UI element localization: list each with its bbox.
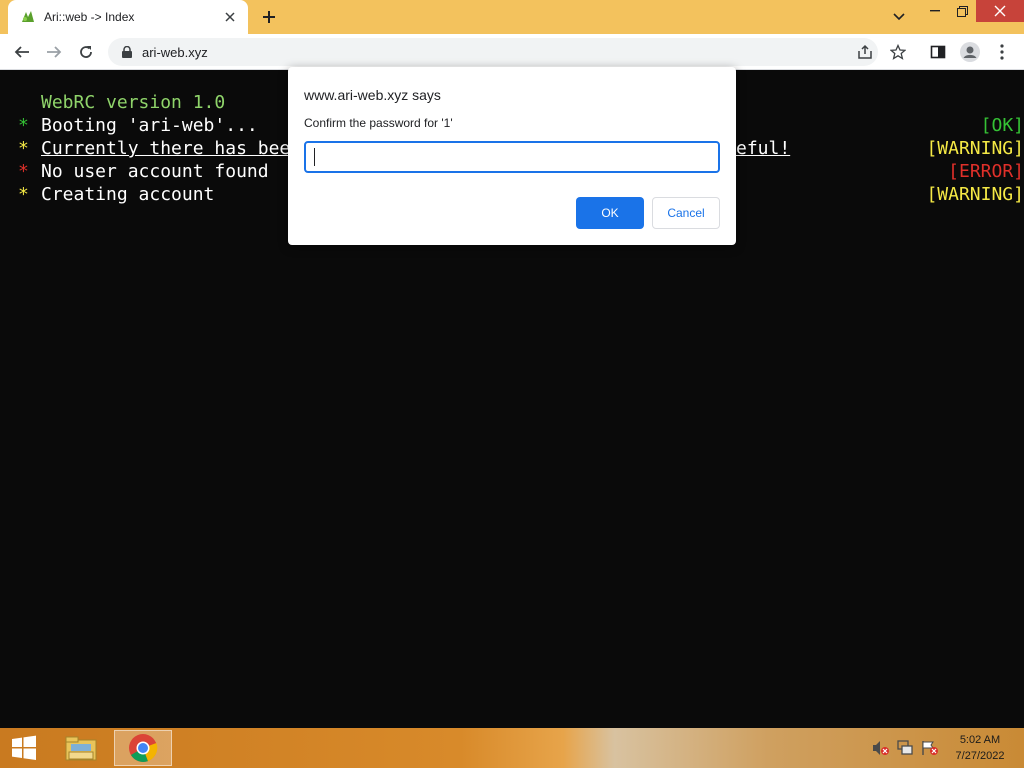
bookmark-star-icon[interactable] [886,40,910,64]
clock-time: 5:02 AM [959,734,1001,746]
taskbar: 5:02 AM 7/27/2022 [0,728,1024,768]
tab-search-chevron-icon[interactable] [888,6,910,28]
browser-toolbar: ari-web.xyz [0,34,1024,70]
terminal-header: WebRC version 1.0 [41,92,226,113]
minimize-button[interactable] [922,0,948,22]
terminal-line-text: Booting 'ari-web'... [41,115,258,136]
windows-start-icon[interactable] [4,732,44,764]
browser-tab-strip: Ari::web -> Index [0,0,1024,34]
profile-avatar-icon[interactable] [958,40,982,64]
volume-muted-icon[interactable] [872,740,890,756]
dialog-message: Confirm the password for '1' [304,116,453,130]
system-clock[interactable]: 5:02 AM 7/27/2022 [944,732,1016,764]
status-ok: [OK] [980,115,1024,136]
chrome-taskbar-icon[interactable] [114,730,172,766]
password-confirm-input[interactable] [304,141,720,173]
side-panel-icon[interactable] [926,40,950,64]
terminal-bullet: * [18,138,29,159]
menu-kebab-icon[interactable] [990,40,1014,64]
cancel-button[interactable]: Cancel [652,197,720,229]
file-explorer-icon[interactable] [52,730,110,766]
terminal-line-text-tail: eful! [736,138,791,159]
terminal-bullet: * [18,115,29,136]
clock-date: 7/27/2022 [955,750,1005,762]
terminal-bullet: * [18,161,29,182]
window-close-button[interactable] [976,0,1024,22]
status-warning: [WARNING] [926,184,1024,205]
share-icon[interactable] [853,40,877,64]
ok-button[interactable]: OK [576,197,644,229]
site-favicon-icon [20,9,36,25]
tab-close-icon[interactable] [222,9,238,25]
url-text[interactable]: ari-web.xyz [142,45,208,60]
lock-icon[interactable] [120,45,134,59]
dialog-title: www.ari-web.xyz says [304,87,441,103]
terminal-line-text: Currently there has bee [41,138,291,159]
terminal-line-text: No user account found [41,161,269,182]
new-tab-button[interactable] [258,6,280,28]
tab-title: Ari::web -> Index [44,10,135,24]
back-arrow-icon[interactable] [10,40,34,64]
text-caret [314,148,315,166]
restore-button[interactable] [950,0,974,22]
terminal-line-text: Creating account [41,184,215,205]
browser-tab[interactable]: Ari::web -> Index [8,0,248,34]
reload-icon[interactable] [74,40,98,64]
address-bar[interactable]: ari-web.xyz [108,38,878,66]
status-error: [ERROR] [948,161,1024,182]
network-icon[interactable] [897,740,915,756]
action-center-flag-icon[interactable] [921,740,939,756]
prompt-dialog: www.ari-web.xyz says Confirm the passwor… [288,67,736,245]
status-warning: [WARNING] [926,138,1024,159]
terminal-bullet: * [18,184,29,205]
forward-arrow-icon[interactable] [42,40,66,64]
